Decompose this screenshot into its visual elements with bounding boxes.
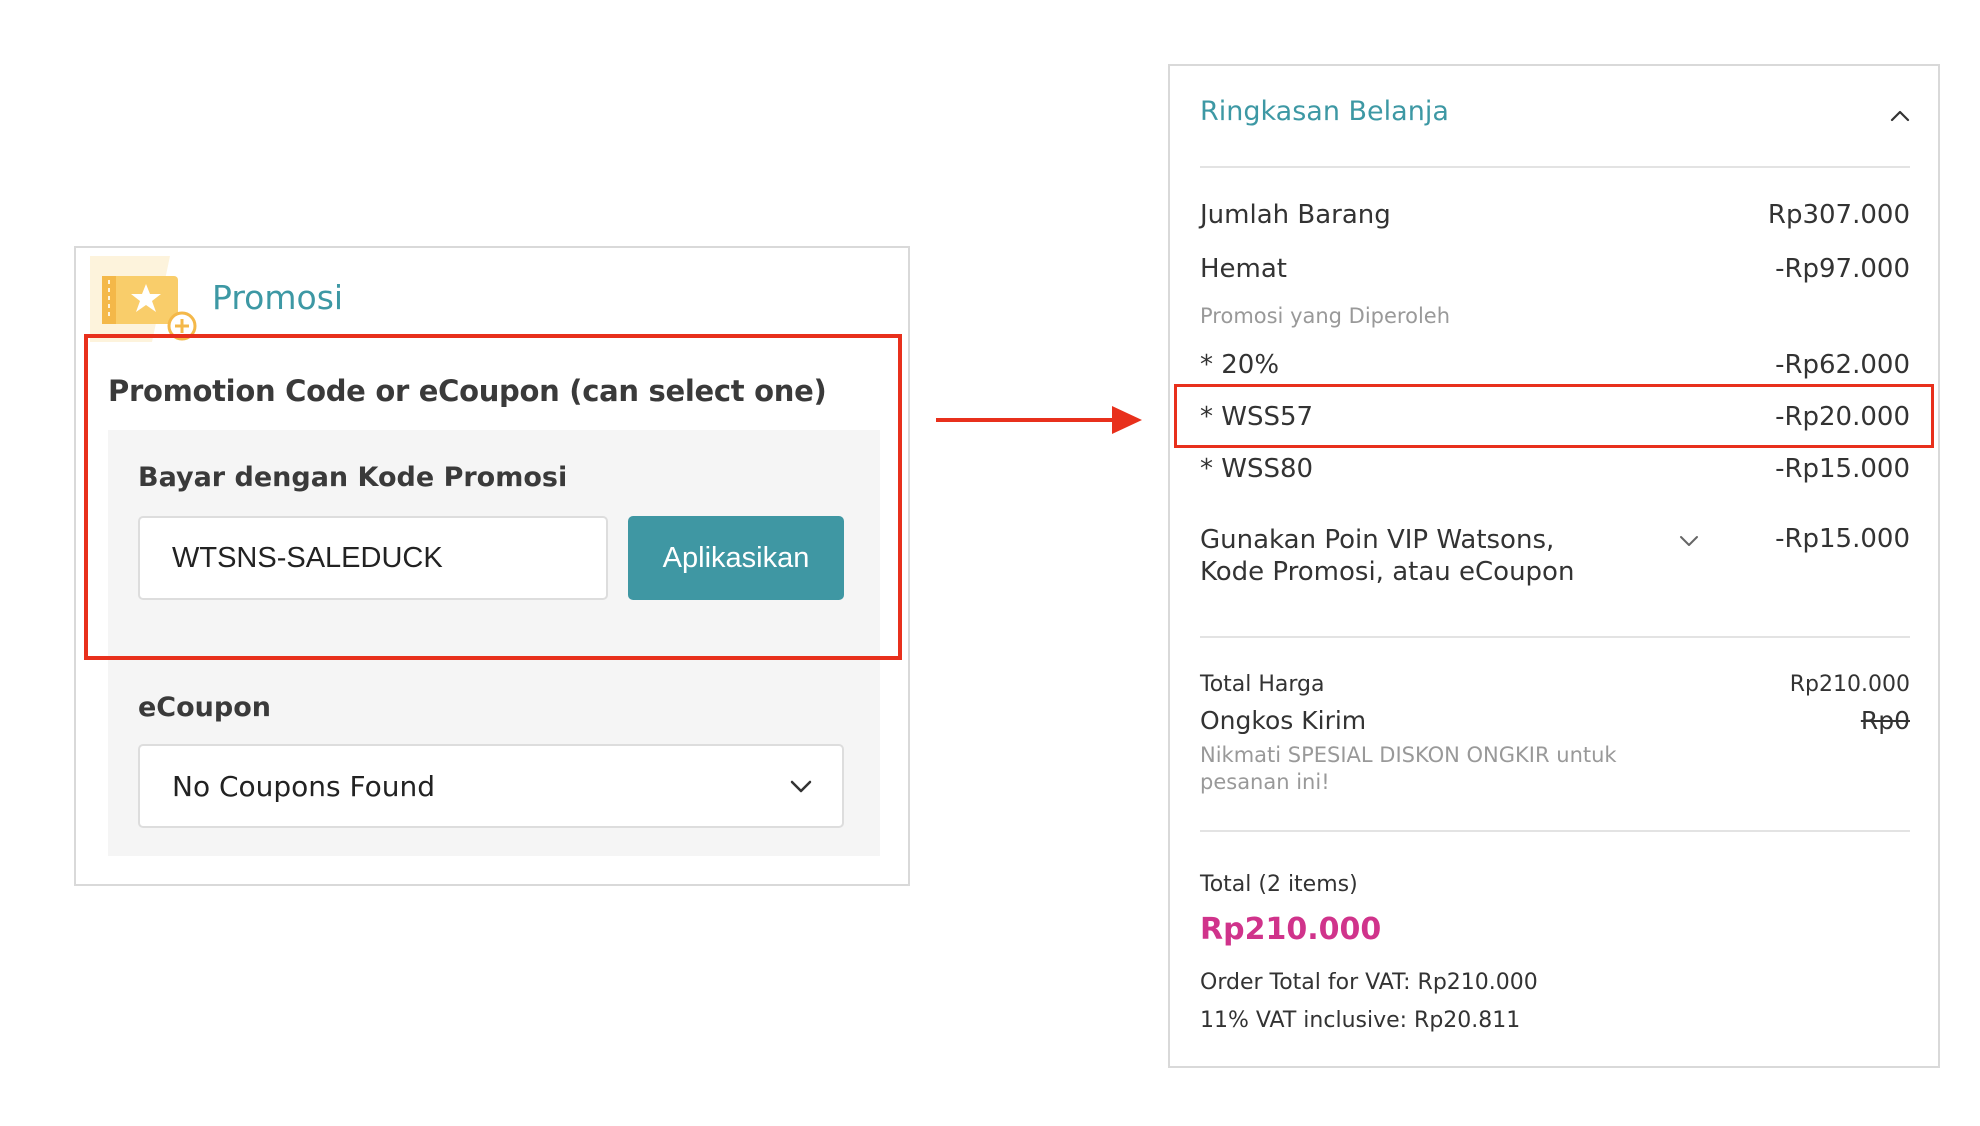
promo-value: -Rp62.000 (1775, 350, 1910, 380)
chevron-down-icon[interactable] (1676, 528, 1702, 554)
vat-inclusive: 11% VAT inclusive: Rp20.811 (1200, 1008, 1521, 1033)
divider (1200, 636, 1910, 638)
saving-label: Hemat (1200, 254, 1288, 284)
ecoupon-selected-value: No Coupons Found (172, 770, 436, 803)
arrow-right-icon (936, 402, 1144, 438)
ecoupon-label: eCoupon (138, 692, 271, 723)
promo-label: * WSS80 (1200, 454, 1314, 484)
shipping-value: Rp0 (1860, 706, 1910, 735)
items-value: Rp307.000 (1767, 200, 1910, 230)
chevron-down-icon (786, 772, 816, 802)
vip-points-value: -Rp15.000 (1775, 524, 1910, 554)
saving-value: -Rp97.000 (1775, 254, 1910, 284)
items-label: Jumlah Barang (1200, 200, 1391, 230)
subtotal-value: Rp210.000 (1789, 672, 1910, 697)
promos-heading: Promosi yang Diperoleh (1200, 304, 1451, 328)
vip-points-row[interactable]: Gunakan Poin VIP Watsons, Kode Promosi, … (1200, 524, 1910, 590)
summary-title: Ringkasan Belanja (1200, 96, 1449, 127)
divider (1200, 166, 1910, 168)
subtotal-label: Total Harga (1200, 672, 1325, 697)
shipping-label: Ongkos Kirim (1200, 706, 1367, 735)
chevron-up-icon[interactable] (1886, 102, 1914, 130)
total-amount: Rp210.000 (1200, 912, 1382, 947)
ecoupon-select[interactable]: No Coupons Found (138, 744, 844, 828)
promotion-title: Promosi (212, 278, 344, 317)
order-summary-card: Ringkasan Belanja Jumlah Barang Rp307.00… (1168, 64, 1940, 1068)
promo-code-highlight (84, 334, 902, 660)
vip-points-label: Gunakan Poin VIP Watsons, Kode Promosi, … (1200, 525, 1575, 587)
promo-value: -Rp15.000 (1775, 454, 1910, 484)
total-label: Total (2 items) (1200, 872, 1358, 897)
divider (1200, 830, 1910, 832)
promo-line-highlight (1174, 384, 1934, 448)
promotion-header: Promosi (76, 248, 908, 342)
shipping-note: Nikmati SPESIAL DISKON ONGKIR untuk pesa… (1200, 743, 1617, 794)
vat-total: Order Total for VAT: Rp210.000 (1200, 970, 1538, 995)
promo-label: * 20% (1200, 350, 1280, 380)
